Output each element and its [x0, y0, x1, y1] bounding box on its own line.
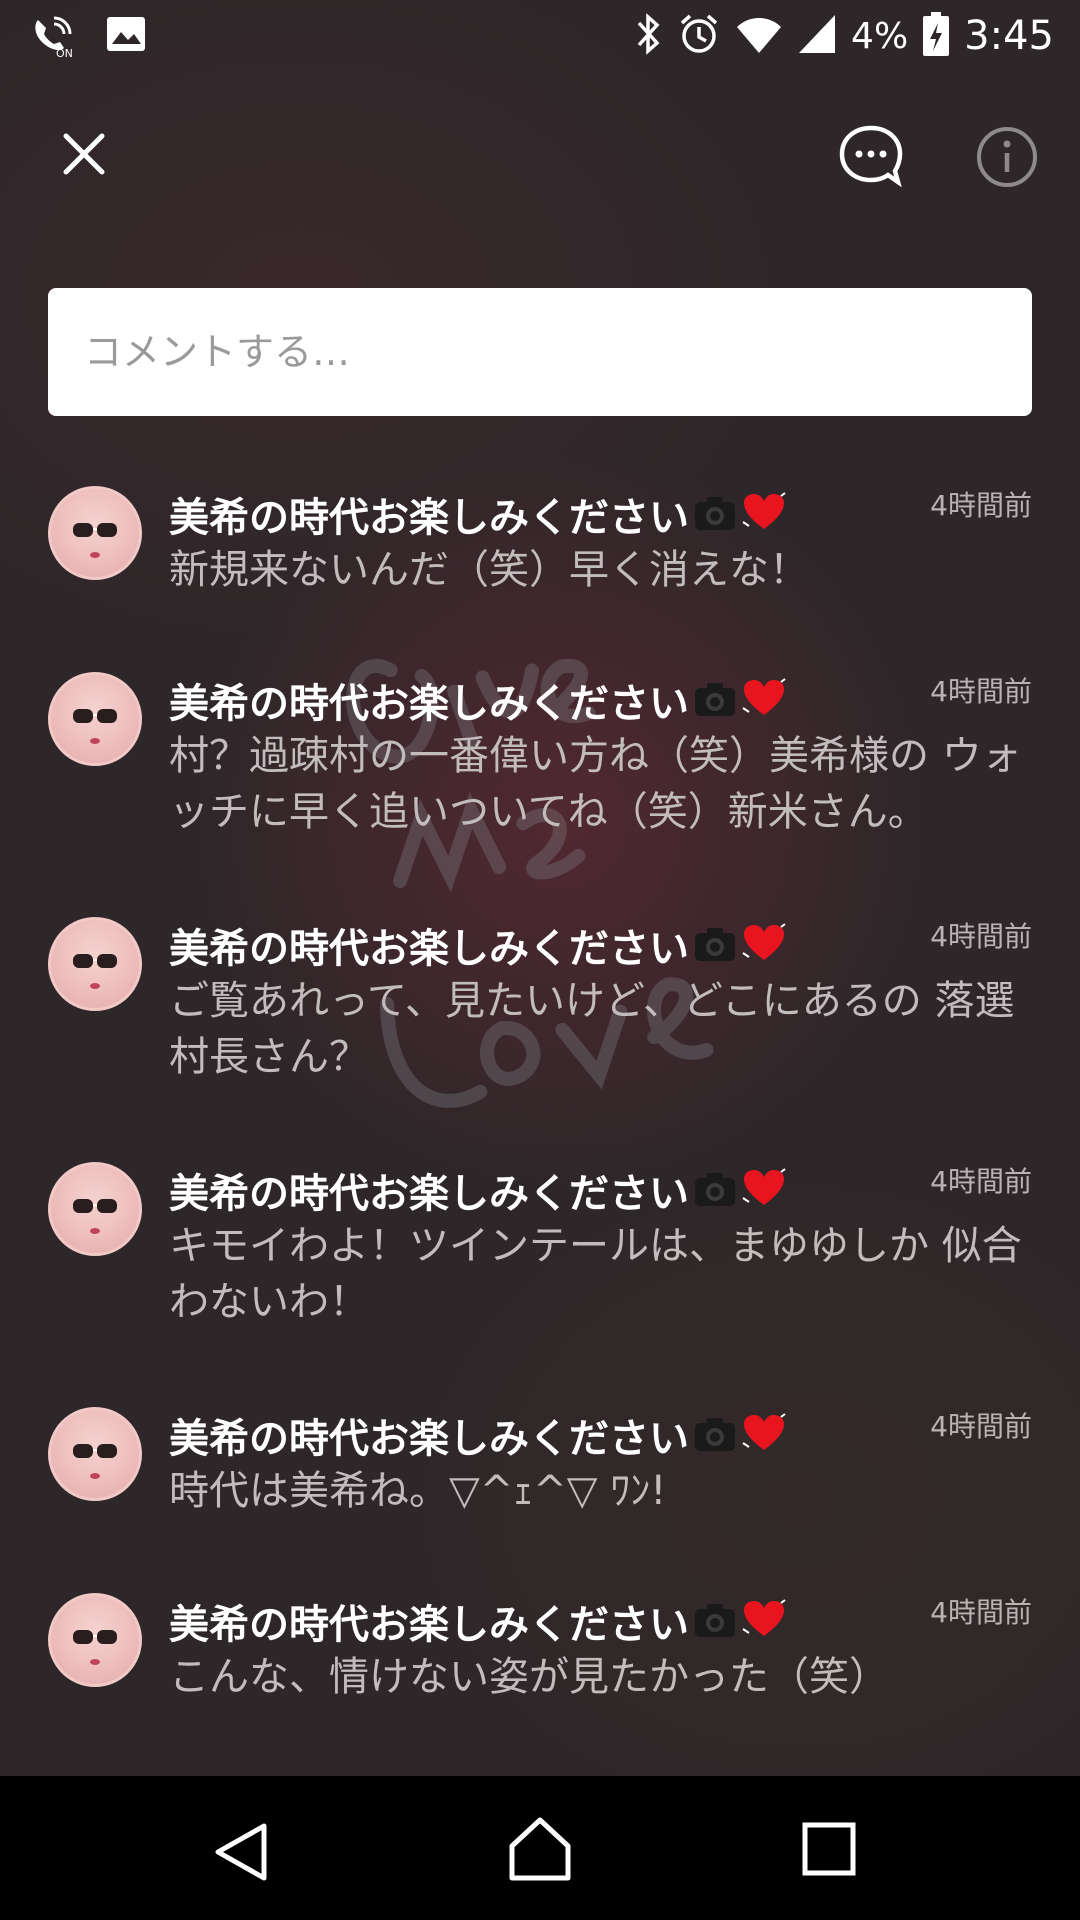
comment-header: 美希の時代お楽しみください	[169, 1593, 787, 1649]
wifi-icon	[735, 11, 783, 61]
avatar[interactable]	[48, 486, 142, 580]
bluetooth-icon	[633, 11, 663, 61]
comment-header: 美希の時代お楽しみください	[169, 486, 787, 542]
wifi-calling-icon: ON	[30, 14, 80, 62]
avatar[interactable]	[48, 1407, 142, 1501]
camera-icon	[693, 923, 737, 967]
avatar[interactable]	[48, 1593, 142, 1687]
avatar[interactable]	[48, 1162, 142, 1256]
heart-icon	[741, 492, 787, 536]
comment-text: キモイわよ！ツインテールは、まゆゆしか 似合わないわ！	[169, 1223, 1022, 1325]
comment-text: 新規来ないんだ（笑）早く消えな！	[169, 547, 809, 593]
commenter-name[interactable]: 美希の時代お楽しみください	[169, 485, 689, 543]
commenter-name[interactable]: 美希の時代お楽しみください	[169, 1406, 689, 1464]
navigation-bar	[0, 1776, 1080, 1920]
background-decoration	[299, 534, 801, 1206]
commenter-name[interactable]: 美希の時代お楽しみください	[169, 1161, 689, 1219]
back-icon[interactable]	[212, 1822, 272, 1886]
heart-icon	[741, 923, 787, 967]
comment-text: ご覧あれって、見たいけど、どこにあるの 落選村長さん？	[169, 978, 1015, 1080]
comment-header: 美希の時代お楽しみください	[169, 1407, 787, 1463]
comment-text: こんな、情けない姿が見たかった（笑）	[169, 1654, 889, 1700]
camera-icon	[693, 678, 737, 722]
gallery-icon	[104, 14, 148, 58]
comment-time: 4時間前	[930, 489, 1032, 522]
comment-time: 4時間前	[930, 1410, 1032, 1443]
status-icons: 4% 3:45	[633, 10, 1054, 62]
comment-time: 4時間前	[930, 1165, 1032, 1198]
commenter-name[interactable]: 美希の時代お楽しみください	[169, 671, 689, 729]
comment-text: 時代は美希ね。▽^ｪ^▽ ﾜﾝ!	[169, 1468, 667, 1514]
status-bar: ON 4% 3:45	[0, 0, 1080, 72]
heart-icon	[741, 678, 787, 722]
battery-percent: 4%	[851, 15, 909, 57]
clock-time: 3:45	[964, 13, 1054, 59]
svg-text:ON: ON	[56, 47, 73, 58]
comment-time: 4時間前	[930, 675, 1032, 708]
camera-icon	[693, 492, 737, 536]
chat-bubble-icon[interactable]	[838, 124, 904, 192]
recent-apps-icon[interactable]	[802, 1822, 856, 1880]
info-icon[interactable]	[976, 126, 1038, 192]
commenter-name[interactable]: 美希の時代お楽しみください	[169, 1592, 689, 1650]
heart-icon	[741, 1599, 787, 1643]
comment-input[interactable]	[48, 288, 1032, 416]
camera-icon	[693, 1413, 737, 1457]
comment-header: 美希の時代お楽しみください	[169, 672, 787, 728]
avatar[interactable]	[48, 672, 142, 766]
heart-icon	[741, 1168, 787, 1212]
avatar[interactable]	[48, 917, 142, 1011]
comment-time: 4時間前	[930, 1596, 1032, 1629]
close-icon[interactable]	[60, 130, 108, 182]
home-icon[interactable]	[508, 1816, 572, 1886]
commenter-name[interactable]: 美希の時代お楽しみください	[169, 916, 689, 974]
camera-icon	[693, 1168, 737, 1212]
signal-icon	[797, 11, 837, 61]
comment-header: 美希の時代お楽しみください	[169, 917, 787, 973]
comment-time: 4時間前	[930, 920, 1032, 953]
comment-text: 村？過疎村の一番偉い方ね（笑）美希様の ウォッチに早く追いついてね（笑）新米さん…	[169, 733, 1022, 835]
alarm-icon	[677, 11, 721, 61]
camera-icon	[693, 1599, 737, 1643]
battery-charging-icon	[922, 11, 950, 61]
decoration-script-graphic	[346, 658, 714, 1108]
heart-icon	[741, 1413, 787, 1457]
comment-header: 美希の時代お楽しみください	[169, 1162, 787, 1218]
